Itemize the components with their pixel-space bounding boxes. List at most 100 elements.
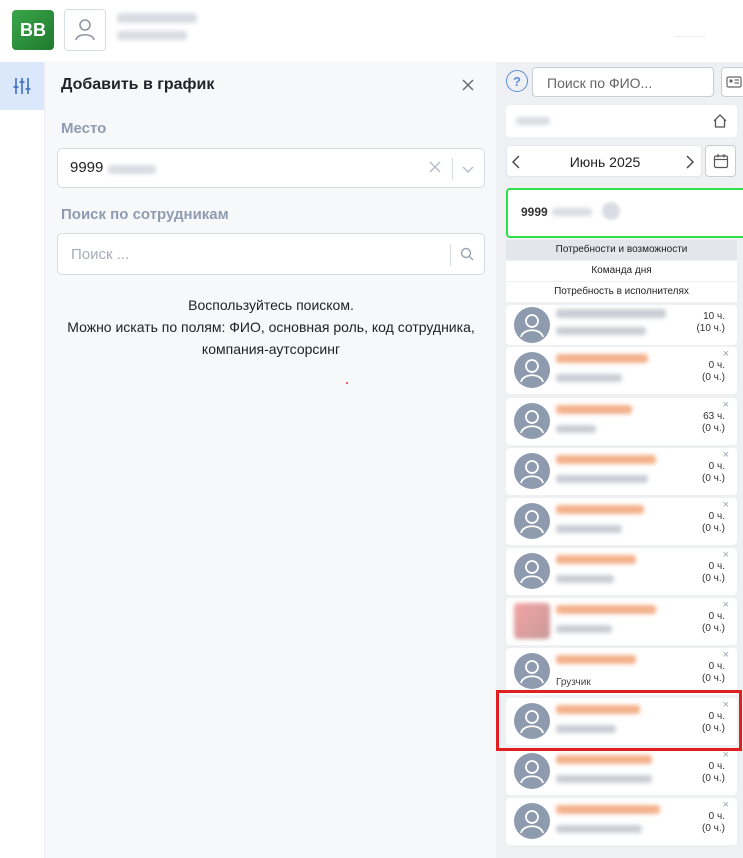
place-name-redacted (108, 165, 156, 174)
employee-name-redacted (556, 455, 656, 464)
avatar (514, 553, 550, 589)
employee-card[interactable]: 0 ч. (0 ч.) × (506, 347, 737, 394)
employee-card[interactable]: 0 ч. (0 ч.) × (506, 448, 737, 495)
employee-hours: 0 ч. (708, 461, 725, 472)
employee-hours-total: (0 ч.) (702, 773, 725, 784)
selected-store[interactable]: 9999 (506, 188, 743, 238)
place-label: Место (61, 120, 107, 137)
month-switcher: Июнь 2025 (506, 145, 702, 177)
employee-hours-total: (0 ч.) (702, 623, 725, 634)
default-avatar-icon (520, 314, 544, 338)
section-needs-and-capacity[interactable]: Потребности и возможности (506, 240, 737, 260)
help-icon[interactable]: ? (506, 70, 528, 92)
employee-hours: 63 ч. (703, 411, 725, 422)
divider (452, 158, 453, 180)
avatar (514, 453, 550, 489)
close-panel-button[interactable] (459, 76, 477, 94)
default-avatar-icon (520, 359, 544, 383)
place-value: 9999 (70, 159, 104, 176)
employee-card[interactable]: 0 ч. (0 ч.) × (506, 598, 737, 645)
add-to-schedule-panel: Добавить в график Место 9999 Поиск по со… (44, 62, 496, 858)
employee-hours-total: (10 ч.) (696, 323, 725, 334)
employee-card[interactable]: 0 ч. (0 ч.) × (506, 748, 737, 795)
employee-card[interactable]: 0 ч. (0 ч.) × (506, 548, 737, 595)
employee-card[interactable]: 0 ч. (0 ч.) × (506, 798, 737, 845)
id-card-icon (726, 76, 742, 88)
default-avatar-icon (520, 810, 544, 834)
employee-name-redacted (556, 505, 644, 514)
help-line: компания-аутсорсинг (201, 341, 341, 357)
user-avatar[interactable] (64, 9, 106, 51)
search-icon (460, 247, 474, 261)
place-dropdown-toggle[interactable] (461, 162, 475, 180)
home-icon (713, 114, 727, 128)
employee-name-redacted (556, 655, 636, 664)
section-executor-needs[interactable]: Потребность в исполнителях (506, 282, 737, 302)
employee-role-redacted (556, 775, 652, 783)
employee-name-redacted (556, 805, 660, 814)
top-bar: BB (0, 0, 743, 62)
employee-search-box: Поиск ... (57, 233, 485, 275)
remove-employee-button[interactable]: × (723, 399, 729, 411)
remove-employee-button[interactable]: × (723, 449, 729, 461)
employee-hours-total: (0 ч.) (702, 473, 725, 484)
employee-role-redacted (556, 825, 642, 833)
fio-search-input[interactable]: Поиск по ФИО... (532, 67, 714, 97)
remove-employee-button[interactable]: × (723, 599, 729, 611)
employee-role-redacted (556, 374, 622, 382)
id-card-button[interactable] (721, 67, 743, 97)
remove-employee-button[interactable]: × (723, 799, 729, 811)
employee-role-redacted (556, 625, 612, 633)
employee-card[interactable]: 63 ч. (0 ч.) × (506, 398, 737, 445)
employee-card[interactable]: 10 ч. (10 ч.) (506, 305, 737, 345)
app-logo[interactable]: BB (12, 10, 54, 50)
employee-search-input[interactable]: Поиск ... (71, 246, 129, 263)
avatar (514, 753, 550, 789)
filter-rail-button[interactable] (0, 62, 44, 110)
close-icon (462, 79, 474, 91)
avatar (514, 653, 550, 689)
employee-card[interactable]: 0 ч. (0 ч.) × (506, 498, 737, 545)
help-line: Воспользуйтесь поиском. (188, 297, 354, 313)
current-month: Июнь 2025 (569, 154, 641, 170)
search-help-text: Воспользуйтесь поиском. Можно искать по … (45, 294, 497, 360)
default-avatar-icon (520, 510, 544, 534)
user-name-redacted (117, 13, 197, 23)
avatar (514, 603, 550, 639)
place-select[interactable]: 9999 (57, 148, 485, 188)
default-avatar-icon (520, 660, 544, 684)
remove-employee-button[interactable]: × (723, 649, 729, 661)
employee-hours-total: (0 ч.) (702, 523, 725, 534)
store-info-icon (602, 202, 620, 220)
location-select[interactable] (506, 105, 737, 137)
avatar (514, 503, 550, 539)
remove-employee-button[interactable]: × (723, 348, 729, 360)
employee-role: Грузчик (556, 677, 591, 688)
header-divider (675, 36, 705, 37)
location-name-redacted (516, 117, 550, 125)
employee-name-redacted (556, 309, 666, 318)
calendar-button[interactable] (705, 145, 736, 177)
employee-search-button[interactable] (460, 247, 474, 266)
employee-search-label: Поиск по сотрудникам (61, 206, 229, 223)
chevron-right-icon (686, 155, 694, 169)
default-avatar-icon (520, 410, 544, 434)
home-button[interactable] (712, 113, 728, 134)
remove-employee-button[interactable]: × (723, 549, 729, 561)
highlighted-employee-card (496, 690, 742, 751)
store-code: 9999 (521, 205, 548, 219)
remove-employee-button[interactable]: × (723, 499, 729, 511)
default-avatar-icon (520, 560, 544, 584)
employee-hours: 0 ч. (708, 360, 725, 371)
employee-card[interactable]: Грузчик 0 ч. (0 ч.) × (506, 648, 737, 695)
stray-dot (346, 382, 348, 384)
employee-name-redacted (556, 755, 652, 764)
next-month-button[interactable] (685, 155, 695, 174)
clear-icon (429, 161, 441, 173)
clear-place-button[interactable] (428, 160, 442, 179)
default-avatar-icon (520, 760, 544, 784)
employee-name-redacted (556, 555, 636, 564)
employee-hours: 10 ч. (703, 311, 725, 322)
section-team-of-day[interactable]: Команда дня (506, 261, 737, 281)
store-name-redacted (552, 208, 592, 216)
